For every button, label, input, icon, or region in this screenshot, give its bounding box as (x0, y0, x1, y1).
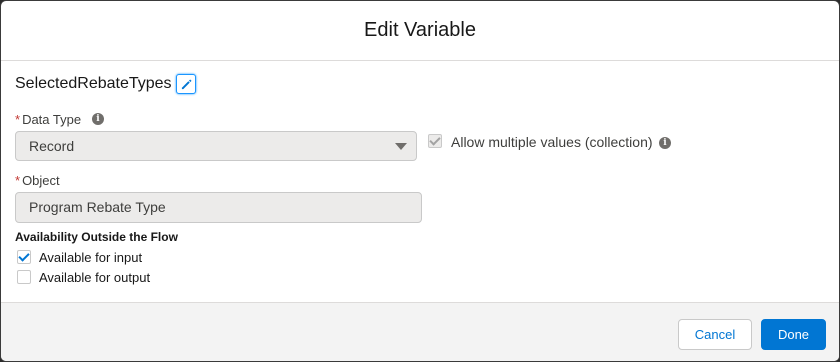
required-marker: * (15, 173, 21, 188)
modal-header: Edit Variable (1, 1, 839, 61)
object-field[interactable]: Program Rebate Type (15, 192, 422, 223)
availability-title: Availability Outside the Flow (15, 230, 178, 244)
collection-checkbox[interactable] (428, 134, 442, 148)
modal-body: SelectedRebateTypes * Data Type i Record … (1, 61, 839, 303)
data-type-label-text: Data Type (22, 112, 82, 127)
available-for-input-checkbox[interactable] (17, 250, 31, 264)
edit-variable-modal: Edit Variable SelectedRebateTypes * Data … (0, 0, 840, 362)
variable-name: SelectedRebateTypes (15, 75, 172, 92)
chevron-down-icon (395, 143, 407, 150)
required-marker: * (15, 112, 21, 127)
available-for-output-label: Available for output (39, 270, 151, 285)
pencil-icon (181, 78, 192, 89)
info-icon[interactable]: i (92, 113, 104, 125)
info-icon[interactable]: i (659, 137, 671, 149)
checkmark-icon (429, 134, 441, 146)
checkmark-icon (18, 250, 30, 262)
collection-label: Allow multiple values (collection) (451, 134, 653, 150)
data-type-label: * Data Type (15, 112, 81, 127)
data-type-select[interactable]: Record (15, 131, 417, 161)
edit-name-button[interactable] (176, 74, 196, 94)
modal-title: Edit Variable (364, 19, 476, 41)
modal-footer: Cancel Done (1, 302, 839, 361)
object-value: Program Rebate Type (29, 199, 166, 215)
done-button[interactable]: Done (761, 319, 826, 350)
data-type-value: Record (29, 138, 75, 154)
available-for-output-checkbox[interactable] (17, 270, 31, 284)
object-label-text: Object (22, 173, 60, 188)
object-label: * Object (15, 173, 60, 188)
cancel-button[interactable]: Cancel (678, 319, 752, 350)
available-for-input-label: Available for input (39, 250, 143, 265)
